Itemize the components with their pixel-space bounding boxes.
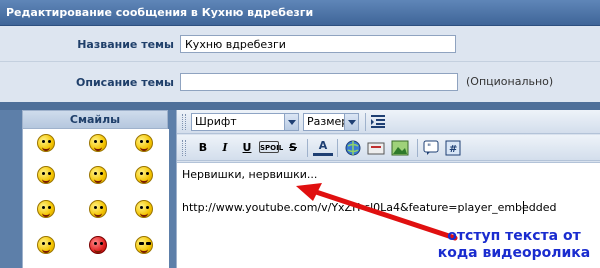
chevron-down-icon [284, 114, 298, 130]
image-icon[interactable] [391, 140, 409, 156]
bold-button[interactable]: B [193, 138, 213, 158]
section-divider [0, 102, 600, 110]
topic-name-label: Название темы [77, 38, 174, 51]
topic-name-input[interactable] [180, 35, 456, 53]
size-select[interactable]: Размер [303, 113, 359, 131]
toolbar-grip-icon[interactable] [182, 114, 186, 130]
toolbar-separator [417, 139, 418, 157]
email-icon[interactable] [367, 140, 385, 156]
spoiler-button[interactable]: SPOIL [259, 141, 283, 153]
smiley-peace-icon[interactable] [33, 197, 59, 221]
toolbar-format: B I U SPOIL S A " # [177, 135, 600, 161]
smiley-angry-icon[interactable] [85, 233, 111, 257]
font-select-value: Шрифт [195, 115, 237, 128]
smiley-cry-icon[interactable] [131, 163, 157, 187]
message-line-2: http://www.youtube.com/v/YxZH-sl0La4&fea… [182, 201, 557, 214]
topic-description-input[interactable] [180, 73, 458, 91]
text-caret [523, 201, 524, 214]
italic-button[interactable]: I [215, 138, 235, 158]
font-color-button[interactable]: A [313, 138, 333, 156]
smiley-sad-icon[interactable] [85, 163, 111, 187]
smiley-thinking-icon[interactable] [33, 233, 59, 257]
annotation-note: отступ текста от кода видеоролика [437, 228, 591, 261]
smiley-angel-icon[interactable] [85, 197, 111, 221]
message-line-1: Нервишки, нервишки... [182, 168, 318, 181]
optional-hint: (Опционально) [466, 75, 554, 88]
toolbar-top: Шрифт Размер [177, 110, 600, 134]
toolbar-separator [307, 139, 308, 157]
smiles-grid [23, 129, 169, 268]
topic-description-label: Описание темы [76, 76, 174, 89]
toolbar-separator [337, 139, 338, 157]
toolbar-grip-icon[interactable] [182, 140, 186, 156]
indent-icon[interactable] [371, 114, 385, 128]
topic-name-row: Название темы [0, 26, 600, 62]
strikethrough-button[interactable]: S [283, 138, 303, 158]
underline-button[interactable]: U [237, 138, 257, 158]
code-icon[interactable]: # [445, 140, 461, 156]
smiles-title: Смайлы [23, 111, 167, 129]
topic-form: Название темы Описание темы (Опционально… [0, 26, 600, 102]
link-globe-icon[interactable] [345, 140, 361, 156]
window-title: Редактирование сообщения в Кухню вдребез… [0, 0, 600, 26]
svg-text:#: # [449, 144, 457, 155]
svg-text:": " [427, 143, 431, 153]
size-select-value: Размер [307, 115, 349, 128]
quote-icon[interactable]: " [423, 140, 439, 156]
font-select[interactable]: Шрифт [191, 113, 299, 131]
smiley-scared-icon[interactable] [131, 197, 157, 221]
smiley-wink-icon[interactable] [85, 131, 111, 155]
smiley-cap-icon[interactable] [33, 131, 59, 155]
toolbar-separator [365, 113, 366, 131]
smiley-laugh-icon[interactable] [131, 131, 157, 155]
smiley-sign-icon[interactable] [33, 163, 59, 187]
smiles-panel: Смайлы [22, 110, 169, 268]
chevron-down-icon [344, 114, 358, 130]
topic-description-row: Описание темы (Опционально) [0, 63, 600, 99]
smiley-cool-icon[interactable] [131, 233, 157, 257]
